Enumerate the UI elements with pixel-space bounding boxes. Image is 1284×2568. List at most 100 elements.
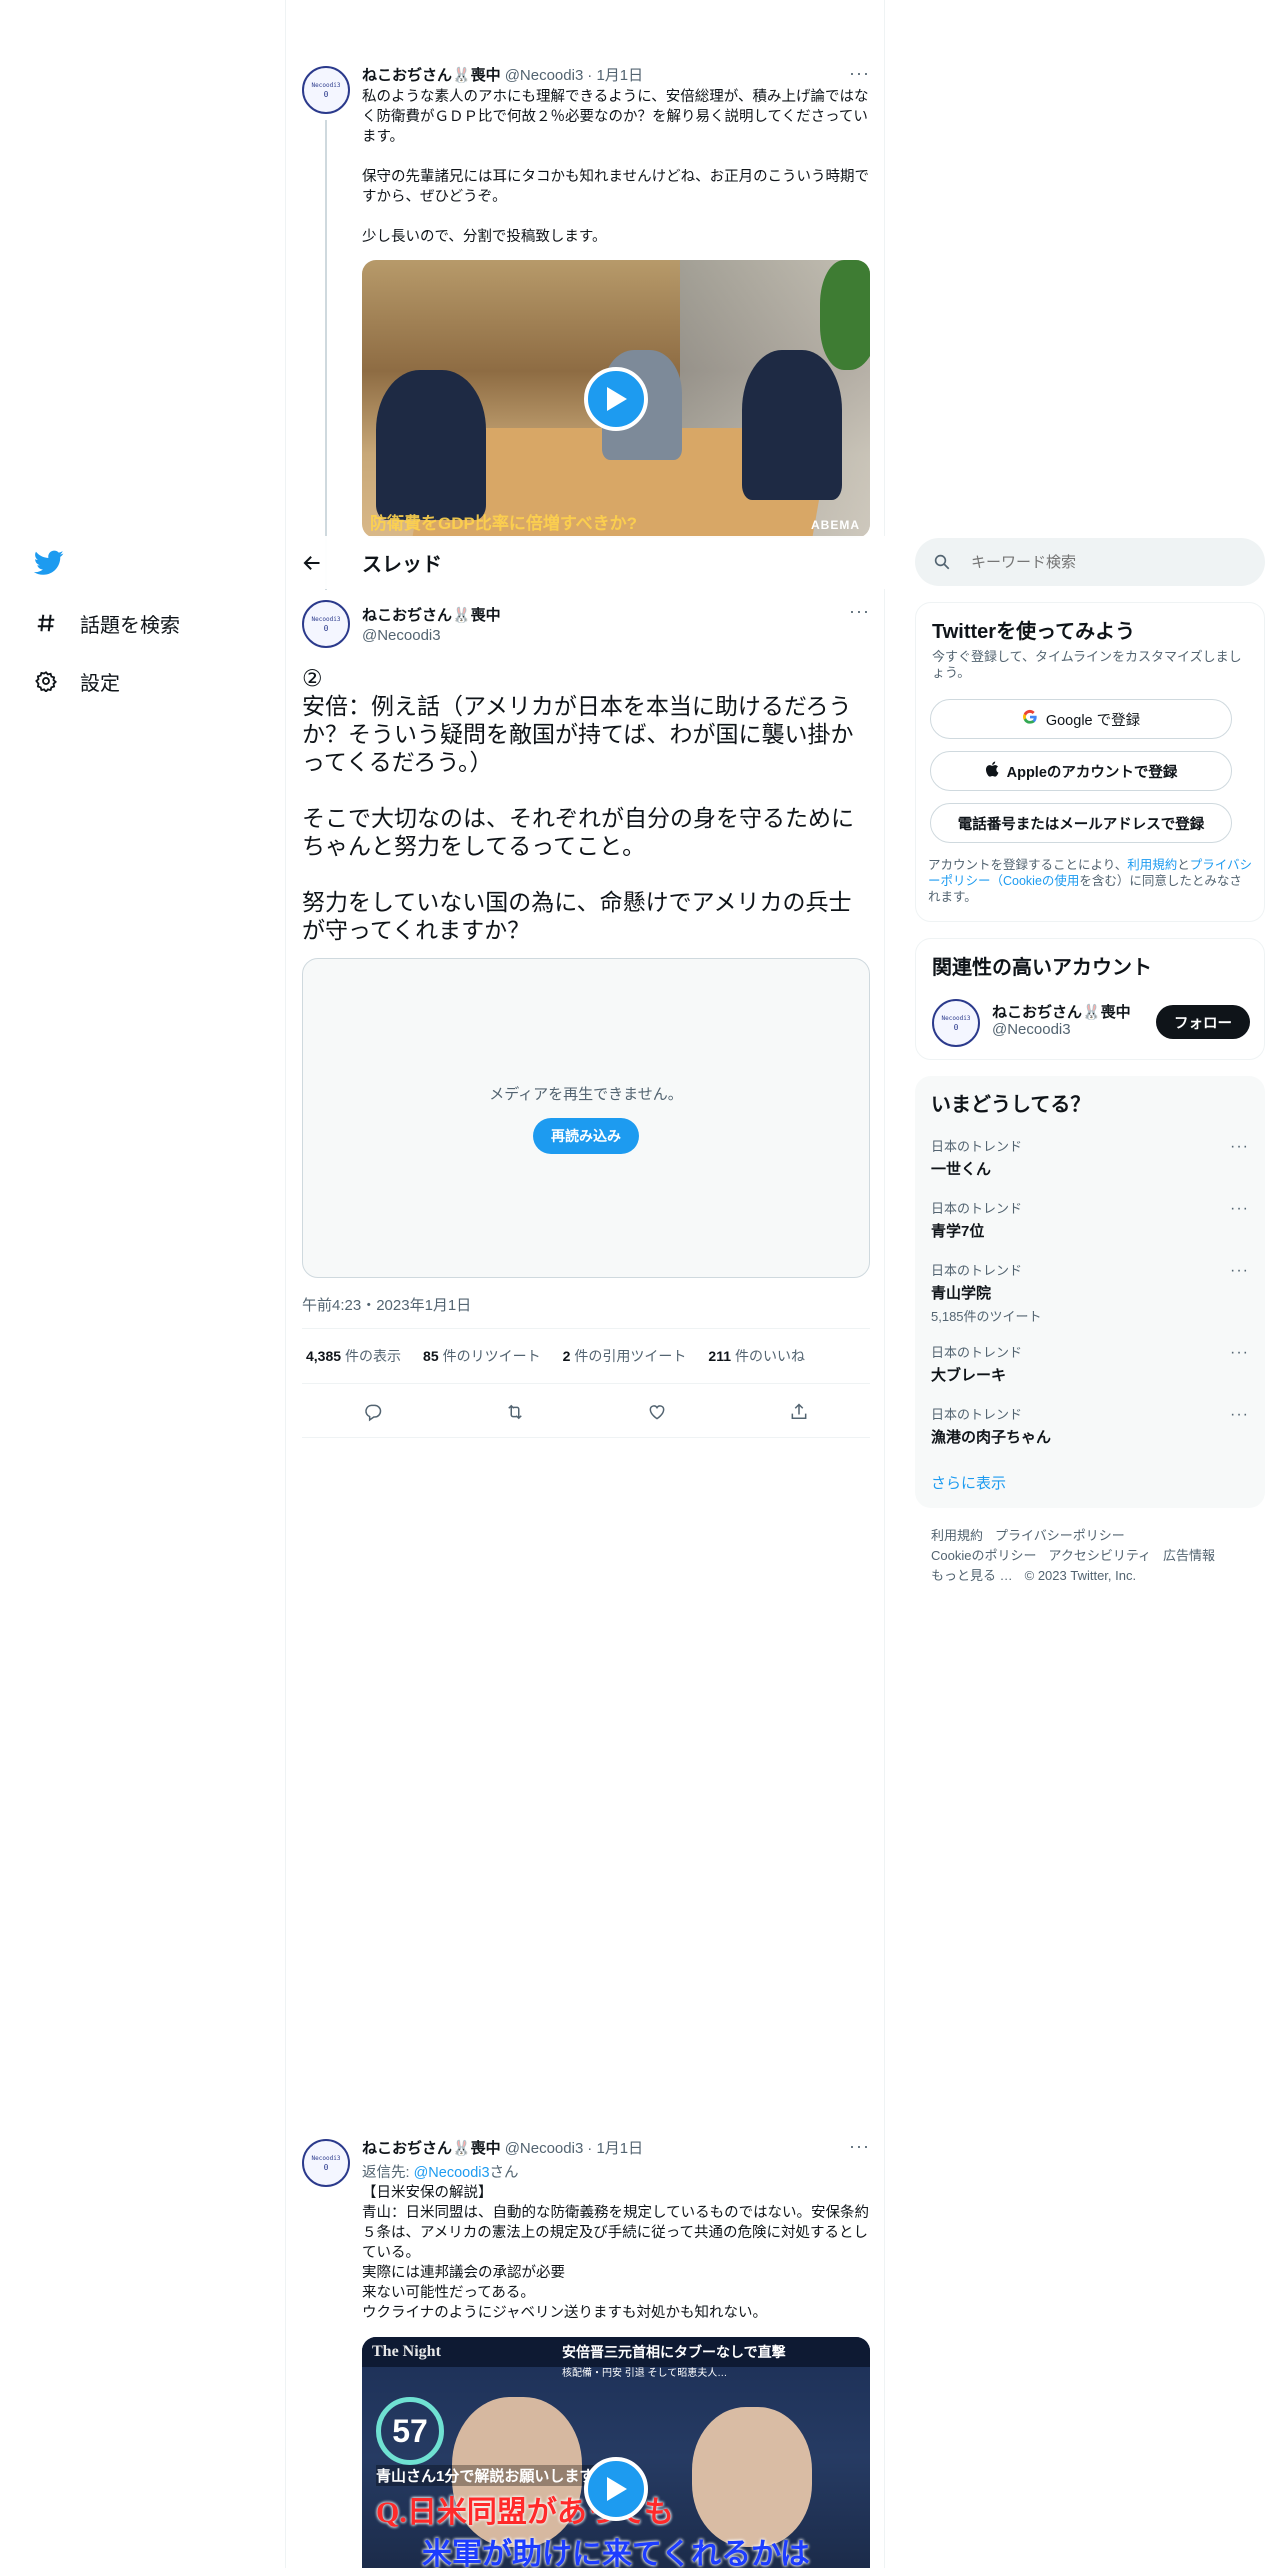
person-image <box>376 370 486 520</box>
video-subtitle: 青山さん1分で解説お願いします <box>376 2465 595 2486</box>
stat-views[interactable]: 4,385 件の表示 <box>306 1346 401 1366</box>
trend-context: 日本のトレンド <box>931 1139 1023 1154</box>
nav-settings[interactable]: 設定 <box>34 665 120 697</box>
media-error-message: メディアを再生できません。 <box>489 1085 683 1103</box>
more-options-icon[interactable]: ··· <box>1230 1138 1249 1156</box>
nav-explore[interactable]: 話題を検索 <box>34 607 180 639</box>
arrow-left-icon[interactable] <box>302 553 322 573</box>
signup-terms: アカウントを登録することにより、利用規約とプライバシーポリシー（Cookieの使… <box>928 857 1254 905</box>
apple-signup-label: Appleのアカウントで登録 <box>1006 764 1178 781</box>
footer-link[interactable]: Cookieのポリシー <box>931 1548 1036 1563</box>
trend-topic: 一世くん <box>931 1161 992 1178</box>
author-handle[interactable]: @Necoodi3 <box>362 627 501 644</box>
nav-settings-label: 設定 <box>80 672 120 695</box>
reply-icon[interactable] <box>361 1400 385 1424</box>
trend-item[interactable]: 日本のトレンド 大ブレーキ ··· <box>931 1342 1249 1385</box>
copyright: © 2023 Twitter, Inc. <box>1024 1568 1137 1583</box>
reply-to-link[interactable]: @Necoodi3 <box>414 2165 490 2181</box>
tweet-timestamp[interactable]: 午前4:23・2023年1月1日 <box>302 1294 471 1315</box>
author-name[interactable]: ねこおぢさん🐰喪中 <box>362 2137 501 2158</box>
author-name[interactable]: ねこおぢさん🐰喪中 <box>362 64 501 85</box>
avatar[interactable]: Necoodi3 0 <box>302 2139 350 2187</box>
apple-signup-button[interactable]: Appleのアカウントで登録 <box>930 751 1232 791</box>
trend-item[interactable]: 日本のトレンド 漁港の肉子ちゃん ··· <box>931 1404 1249 1447</box>
play-icon[interactable] <box>584 367 648 431</box>
avatar[interactable]: Necoodi3 0 <box>932 999 980 1047</box>
phone-signup-label: 電話番号またはメールアドレスで登録 <box>957 816 1205 833</box>
google-signup-button[interactable]: Google で登録 <box>930 699 1232 739</box>
relevant-accounts-card: 関連性の高いアカウント Necoodi3 0 ねこおぢさん🐰喪中 @Necood… <box>915 938 1265 1060</box>
trend-context: 日本のトレンド <box>931 1407 1023 1422</box>
phone-email-signup-button[interactable]: 電話番号またはメールアドレスで登録 <box>930 803 1232 843</box>
more-options-icon[interactable]: ··· <box>1230 1406 1249 1424</box>
account-handle[interactable]: @Necoodi3 <box>992 1021 1071 1038</box>
like-icon[interactable] <box>645 1400 669 1424</box>
video-caption: 防衛費をGDP比率に倍増すべきか? <box>370 514 638 533</box>
search-icon <box>933 553 951 571</box>
terms-link[interactable]: 利用規約 <box>1127 858 1177 872</box>
footer-link[interactable]: アクセシビリティ <box>1048 1548 1151 1563</box>
footer-link[interactable]: もっと見る … <box>931 1568 1013 1583</box>
signup-title: Twitterを使ってみよう <box>932 621 1136 643</box>
retweet-icon[interactable] <box>503 1400 527 1424</box>
more-options-icon[interactable]: ··· <box>849 602 870 620</box>
avatar-text: Necoodi3 <box>311 2154 341 2162</box>
thread-header: スレッド <box>286 536 886 589</box>
more-options-icon[interactable]: ··· <box>1230 1262 1249 1280</box>
trend-count: 5,185件のツイート <box>931 1309 1042 1324</box>
avatar-number: 0 <box>323 623 329 633</box>
author-handle[interactable]: @Necoodi3 <box>505 2140 584 2157</box>
search-box[interactable] <box>915 538 1265 586</box>
hashtag-icon <box>34 611 58 635</box>
account-name[interactable]: ねこおぢさん🐰喪中 <box>992 1001 1131 1022</box>
plant-image <box>820 260 870 370</box>
page-title: スレッド <box>362 554 442 576</box>
follow-button[interactable]: フォロー <box>1156 1005 1250 1039</box>
avatar-text: Necoodi3 <box>311 81 341 89</box>
relevant-title: 関連性の高いアカウント <box>932 957 1152 979</box>
more-options-icon[interactable]: ··· <box>1230 1344 1249 1362</box>
avatar[interactable]: Necoodi3 0 <box>302 66 350 114</box>
trend-item[interactable]: 日本のトレンド 一世くん ··· <box>931 1136 1249 1179</box>
stat-quotes[interactable]: 2 件の引用ツイート <box>563 1346 687 1366</box>
share-icon[interactable] <box>787 1400 811 1424</box>
reload-button[interactable]: 再読み込み <box>533 1117 639 1154</box>
tweet-date[interactable]: · 1月1日 <box>587 64 643 85</box>
show-more-link[interactable]: さらに表示 <box>931 1472 1006 1493</box>
video-thumbnail[interactable]: 防衛費をGDP比率に倍増すべきか? ABEMA <box>362 260 870 538</box>
gear-icon <box>34 669 58 693</box>
trend-item[interactable]: 日本のトレンド 青学7位 ··· <box>931 1198 1249 1241</box>
video-question-line2: 米軍が助けに来てくれるかは <box>422 2538 810 2568</box>
avatar-text: Necoodi3 <box>941 1014 971 1022</box>
stat-retweets[interactable]: 85 件のリツイート <box>423 1346 541 1366</box>
footer-link[interactable]: 広告情報 <box>1163 1548 1215 1563</box>
more-options-icon[interactable]: ··· <box>1230 1200 1249 1218</box>
avatar-number: 0 <box>323 2162 329 2172</box>
footer-link[interactable]: 利用規約 <box>931 1528 983 1543</box>
signup-card: Twitterを使ってみよう 今すぐ登録して、タイムラインをカスタマイズしましょ… <box>915 602 1265 922</box>
play-icon[interactable] <box>584 2457 648 2521</box>
nav-explore-label: 話題を検索 <box>80 614 180 637</box>
trend-context: 日本のトレンド <box>931 1345 1023 1360</box>
trends-card: いまどうしてる？ 日本のトレンド 一世くん ··· 日本のトレンド 青学7位 ·… <box>915 1076 1265 1508</box>
trend-topic: 大ブレーキ <box>931 1367 1007 1384</box>
author-name[interactable]: ねこおぢさん🐰喪中 <box>362 604 501 625</box>
trend-item[interactable]: 日本のトレンド 青山学院 5,185件のツイート ··· <box>931 1260 1249 1325</box>
search-input[interactable] <box>971 553 1231 571</box>
person-image <box>692 2407 812 2547</box>
left-sidebar: 話題を検索 設定 <box>0 0 285 2568</box>
tweet-date[interactable]: · 1月1日 <box>587 2137 643 2158</box>
footer-link[interactable]: プライバシーポリシー <box>995 1528 1125 1543</box>
avatar-number: 0 <box>323 89 329 99</box>
video-brand: ABEMA <box>811 518 860 532</box>
stat-likes[interactable]: 211 件のいいね <box>708 1346 805 1366</box>
author-handle[interactable]: @Necoodi3 <box>505 67 584 84</box>
avatar-number: 0 <box>953 1022 959 1032</box>
avatar[interactable]: Necoodi3 0 <box>302 600 350 648</box>
twitter-bird-icon[interactable] <box>33 550 64 578</box>
tweet-text: 私のような素人のアホにも理解できるように、安倍総理が、積み上げ論ではなく防衛費が… <box>362 89 870 245</box>
video-thumbnail[interactable]: The Night 安倍晋三元首相にタブーなしで直撃 核配備・円安 引退 そして… <box>362 2337 870 2568</box>
terms-text: と <box>1177 858 1190 872</box>
trend-topic: 漁港の肉子ちゃん <box>931 1429 1052 1446</box>
video-headline: 安倍晋三元首相にタブーなしで直撃 <box>562 2344 786 2360</box>
